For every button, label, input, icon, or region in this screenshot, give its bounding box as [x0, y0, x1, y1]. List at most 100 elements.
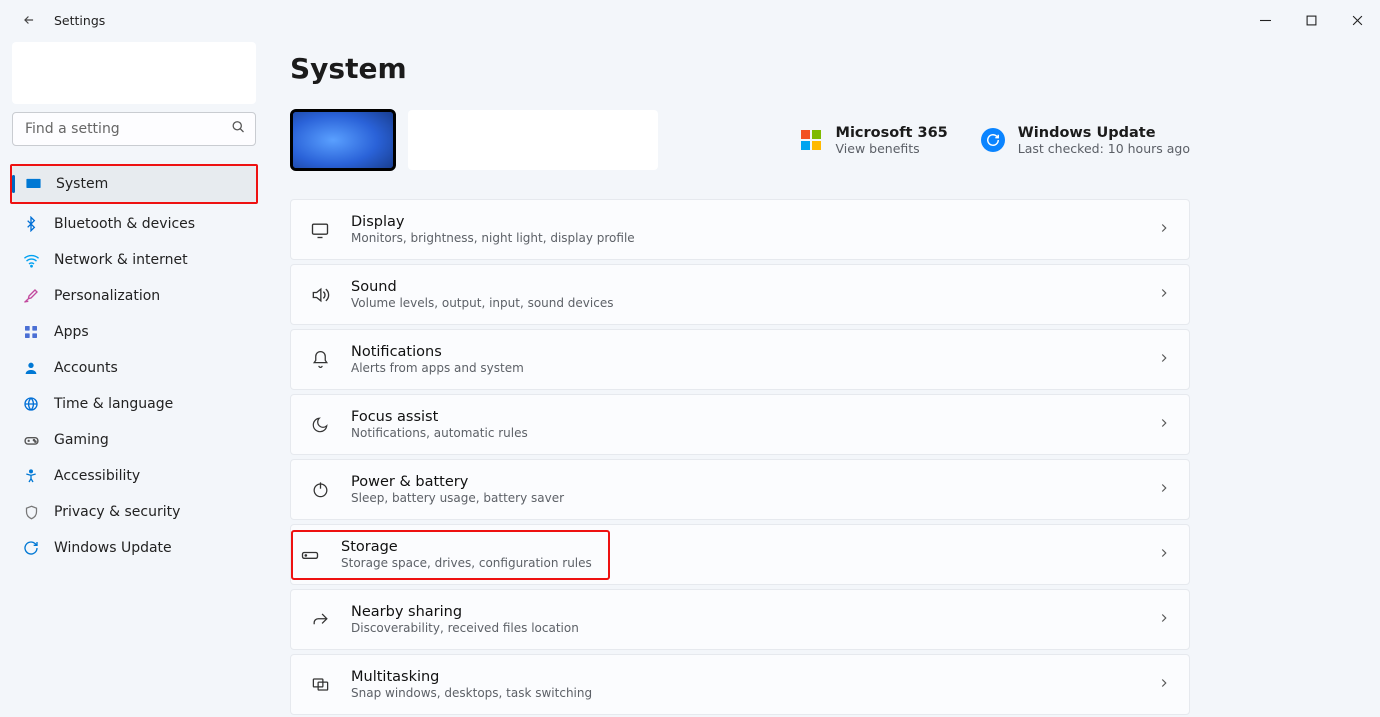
- nav-item-privacy[interactable]: Privacy & security: [10, 494, 258, 530]
- moon-icon: [309, 414, 331, 436]
- nav-item-bluetooth[interactable]: Bluetooth & devices: [10, 206, 258, 242]
- row-title: Storage: [341, 539, 592, 555]
- windows-update-card[interactable]: Windows Update Last checked: 10 hours ag…: [980, 125, 1190, 156]
- row-sub: Discoverability, received files location: [351, 621, 579, 635]
- chevron-right-icon: [1157, 285, 1171, 304]
- nav-label: Network & internet: [54, 252, 188, 268]
- row-sound[interactable]: SoundVolume levels, output, input, sound…: [290, 264, 1190, 325]
- row-title: Power & battery: [351, 474, 564, 490]
- close-button[interactable]: [1334, 4, 1380, 36]
- row-sub: Alerts from apps and system: [351, 361, 524, 375]
- nav-item-update[interactable]: Windows Update: [10, 530, 258, 566]
- microsoft-365-card[interactable]: Microsoft 365 View benefits: [798, 125, 948, 156]
- nav-label: Personalization: [54, 288, 160, 304]
- apps-icon: [22, 323, 40, 341]
- chevron-right-icon: [1157, 220, 1171, 239]
- highlight-system: System: [10, 164, 258, 204]
- chevron-right-icon: [1157, 480, 1171, 499]
- window-controls: [1242, 4, 1380, 36]
- power-icon: [309, 479, 331, 501]
- nav-item-accounts[interactable]: Accounts: [10, 350, 258, 386]
- nav-label: Gaming: [54, 432, 109, 448]
- user-card[interactable]: [12, 42, 256, 104]
- nav-item-gaming[interactable]: Gaming: [10, 422, 258, 458]
- row-nearby-sharing[interactable]: Nearby sharingDiscoverability, received …: [290, 589, 1190, 650]
- chevron-right-icon: [1157, 545, 1171, 564]
- wallpaper-preview: [293, 112, 393, 168]
- row-title: Multitasking: [351, 669, 592, 685]
- nav-item-apps[interactable]: Apps: [10, 314, 258, 350]
- maximize-button[interactable]: [1288, 4, 1334, 36]
- bluetooth-icon: [22, 215, 40, 233]
- chevron-right-icon: [1157, 610, 1171, 629]
- row-notifications[interactable]: NotificationsAlerts from apps and system: [290, 329, 1190, 390]
- drive-icon: [299, 544, 321, 566]
- row-sub: Storage space, drives, configuration rul…: [341, 556, 592, 570]
- row-title: Nearby sharing: [351, 604, 579, 620]
- nav-item-personalization[interactable]: Personalization: [10, 278, 258, 314]
- minimize-button[interactable]: [1242, 4, 1288, 36]
- aux-sub: View benefits: [836, 141, 948, 156]
- gamepad-icon: [22, 431, 40, 449]
- nav-item-network[interactable]: Network & internet: [10, 242, 258, 278]
- accessibility-icon: [22, 467, 40, 485]
- nav-label: Accounts: [54, 360, 118, 376]
- nav-item-accessibility[interactable]: Accessibility: [10, 458, 258, 494]
- nav: System Bluetooth & devices Network & int…: [10, 164, 258, 566]
- arrow-left-icon: [22, 13, 36, 27]
- close-icon: [1352, 15, 1363, 26]
- highlight-storage: StorageStorage space, drives, configurat…: [291, 530, 610, 580]
- back-button[interactable]: [14, 5, 44, 35]
- nav-item-system[interactable]: System: [12, 166, 256, 202]
- device-thumbnail[interactable]: [290, 109, 396, 171]
- page-title: System: [290, 52, 1190, 85]
- row-storage[interactable]: StorageStorage space, drives, configurat…: [290, 524, 1190, 585]
- nav-label: System: [56, 176, 108, 192]
- globe-icon: [22, 395, 40, 413]
- row-sub: Volume levels, output, input, sound devi…: [351, 296, 613, 310]
- nav-label: Privacy & security: [54, 504, 180, 520]
- windows-update-icon: [980, 127, 1006, 153]
- chevron-right-icon: [1157, 415, 1171, 434]
- bell-icon: [309, 349, 331, 371]
- row-title: Focus assist: [351, 409, 528, 425]
- display-icon: [24, 175, 42, 193]
- search-input[interactable]: [12, 112, 256, 146]
- nav-label: Apps: [54, 324, 89, 340]
- wifi-icon: [22, 251, 40, 269]
- device-details[interactable]: [408, 110, 658, 170]
- nav-label: Accessibility: [54, 468, 140, 484]
- window-title: Settings: [54, 13, 105, 28]
- aux-sub: Last checked: 10 hours ago: [1018, 141, 1190, 156]
- nav-label: Time & language: [54, 396, 173, 412]
- person-icon: [22, 359, 40, 377]
- share-icon: [309, 609, 331, 631]
- settings-list: DisplayMonitors, brightness, night light…: [290, 199, 1190, 715]
- chevron-right-icon: [1157, 350, 1171, 369]
- row-sub: Sleep, battery usage, battery saver: [351, 491, 564, 505]
- row-focus-assist[interactable]: Focus assistNotifications, automatic rul…: [290, 394, 1190, 455]
- row-title: Display: [351, 214, 635, 230]
- update-icon: [22, 539, 40, 557]
- paintbrush-icon: [22, 287, 40, 305]
- windows-icon: [309, 674, 331, 696]
- titlebar: Settings: [0, 0, 1380, 40]
- maximize-icon: [1306, 15, 1317, 26]
- nav-item-time[interactable]: Time & language: [10, 386, 258, 422]
- row-multitasking[interactable]: MultitaskingSnap windows, desktops, task…: [290, 654, 1190, 715]
- row-sub: Monitors, brightness, night light, displ…: [351, 231, 635, 245]
- nav-label: Windows Update: [54, 540, 172, 556]
- row-power[interactable]: Power & batterySleep, battery usage, bat…: [290, 459, 1190, 520]
- speaker-icon: [309, 284, 331, 306]
- minimize-icon: [1260, 15, 1271, 26]
- row-sub: Snap windows, desktops, task switching: [351, 686, 592, 700]
- sidebar: System Bluetooth & devices Network & int…: [0, 40, 268, 717]
- row-title: Notifications: [351, 344, 524, 360]
- row-title: Sound: [351, 279, 613, 295]
- aux-title: Microsoft 365: [836, 125, 948, 141]
- monitor-icon: [309, 219, 331, 241]
- aux-title: Windows Update: [1018, 125, 1190, 141]
- row-display[interactable]: DisplayMonitors, brightness, night light…: [290, 199, 1190, 260]
- nav-label: Bluetooth & devices: [54, 216, 195, 232]
- top-cards: Microsoft 365 View benefits Windows Upda…: [290, 109, 1190, 171]
